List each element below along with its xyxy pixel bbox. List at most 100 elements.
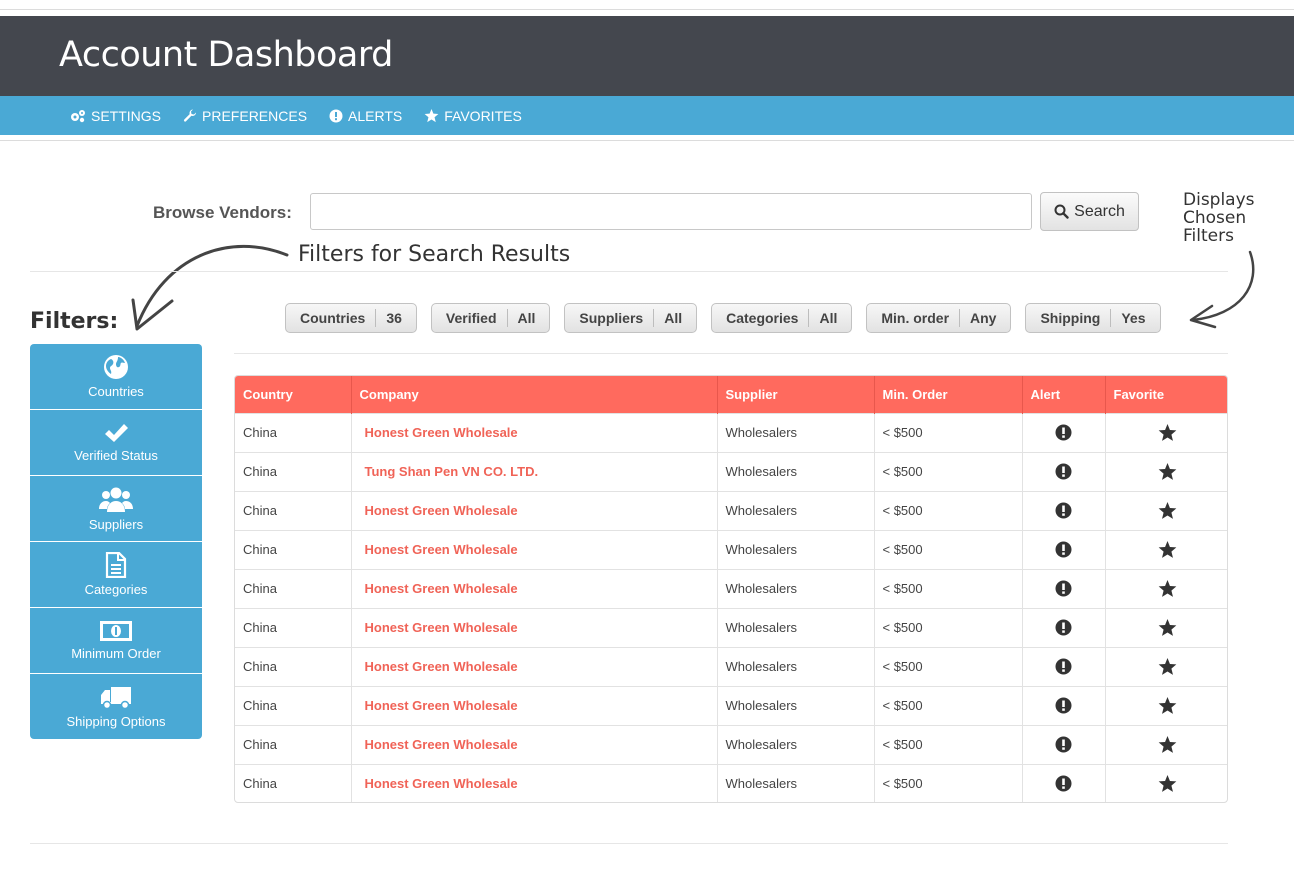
favorite-star-icon[interactable] xyxy=(1158,579,1177,598)
favorite-star-icon[interactable] xyxy=(1158,462,1177,481)
filter-chip-categories[interactable]: Categories All xyxy=(711,303,853,333)
gears-icon xyxy=(71,109,85,122)
favorite-star-icon[interactable] xyxy=(1158,540,1177,559)
column-header-alert[interactable]: Alert xyxy=(1022,376,1106,413)
cell-min-order: < $500 xyxy=(874,607,1023,647)
favorite-star-icon[interactable] xyxy=(1158,774,1177,793)
column-header-company[interactable]: Company xyxy=(351,376,718,413)
favorite-star-icon[interactable] xyxy=(1158,618,1177,637)
cell-supplier: Wholesalers xyxy=(717,568,875,608)
favorite-star-icon[interactable] xyxy=(1158,696,1177,715)
cell-company-link[interactable]: Honest Green Wholesale xyxy=(351,763,718,802)
chip-key: Min. order xyxy=(867,309,961,327)
column-header-min-order[interactable]: Min. Order xyxy=(874,376,1023,413)
cell-supplier: Wholesalers xyxy=(717,490,875,530)
cell-min-order: < $500 xyxy=(874,490,1023,530)
column-header-country[interactable]: Country xyxy=(235,376,352,413)
chip-value: Any xyxy=(970,310,997,326)
favorite-star-icon[interactable] xyxy=(1158,501,1177,520)
alert-icon[interactable] xyxy=(1055,463,1072,480)
alert-icon[interactable] xyxy=(1055,424,1072,441)
cell-country: China xyxy=(235,490,352,530)
alert-icon[interactable] xyxy=(1055,619,1072,636)
column-header-supplier[interactable]: Supplier xyxy=(717,376,875,413)
cell-company-link[interactable]: Tung Shan Pen VN CO. LTD. xyxy=(351,451,718,491)
cell-alert xyxy=(1022,490,1106,530)
alert-icon[interactable] xyxy=(1055,697,1072,714)
chip-key: Suppliers xyxy=(565,309,655,327)
annotation-line: Displays xyxy=(1183,190,1255,210)
document-icon xyxy=(105,552,127,578)
cell-company-link[interactable]: Honest Green Wholesale xyxy=(351,607,718,647)
exclamation-circle-icon xyxy=(329,109,343,122)
chip-value: All xyxy=(819,310,838,326)
nav-divider xyxy=(0,140,1294,141)
nav-settings[interactable]: SETTINGS xyxy=(70,108,161,124)
cell-supplier: Wholesalers xyxy=(717,685,875,725)
alert-icon[interactable] xyxy=(1055,736,1072,753)
users-icon xyxy=(99,487,133,512)
filter-chip-countries[interactable]: Countries 36 xyxy=(285,303,417,333)
sidebar-item-minimum-order[interactable]: Minimum Order xyxy=(30,608,202,674)
cell-supplier: Wholesalers xyxy=(717,724,875,764)
cell-favorite xyxy=(1105,763,1227,802)
alert-icon[interactable] xyxy=(1055,541,1072,558)
sidebar-item-label: Minimum Order xyxy=(71,646,161,661)
chip-value: 36 xyxy=(386,310,402,326)
cell-supplier: Wholesalers xyxy=(717,451,875,491)
cell-company-link[interactable]: Honest Green Wholesale xyxy=(351,529,718,569)
cell-country: China xyxy=(235,568,352,608)
nav-preferences[interactable]: PREFERENCES xyxy=(183,108,307,124)
filter-chip-verified[interactable]: Verified All xyxy=(430,303,551,333)
favorite-star-icon[interactable] xyxy=(1158,423,1177,442)
sidebar-item-shipping-options[interactable]: Shipping Options xyxy=(30,674,202,739)
money-icon xyxy=(100,621,132,641)
table-row: China Honest Green Wholesale Wholesalers < … xyxy=(235,646,1227,686)
filter-chip-shipping[interactable]: Shipping Yes xyxy=(1025,303,1161,333)
cell-company-link[interactable]: Honest Green Wholesale xyxy=(351,490,718,530)
cell-company-link[interactable]: Honest Green Wholesale xyxy=(351,646,718,686)
filter-chip-min-order[interactable]: Min. order Any xyxy=(866,303,1012,333)
alert-icon[interactable] xyxy=(1055,580,1072,597)
table-row: China Honest Green Wholesale Wholesalers < … xyxy=(235,490,1227,530)
cell-company-link[interactable]: Honest Green Wholesale xyxy=(351,412,718,452)
arrowhead-left xyxy=(131,298,174,331)
chip-value: All xyxy=(517,310,536,326)
favorite-star-icon[interactable] xyxy=(1158,657,1177,676)
favorite-star-icon[interactable] xyxy=(1158,735,1177,754)
chip-key: Countries xyxy=(286,309,377,327)
alert-icon[interactable] xyxy=(1055,658,1072,675)
filters-sidebar: Countries Verified Status Suppliers Cate… xyxy=(30,344,202,739)
table-row: China Honest Green Wholesale Wholesalers < … xyxy=(235,412,1227,452)
table-row: China Honest Green Wholesale Wholesalers < … xyxy=(235,724,1227,764)
cell-alert xyxy=(1022,412,1106,452)
cell-company-link[interactable]: Honest Green Wholesale xyxy=(351,724,718,764)
sidebar-item-countries[interactable]: Countries xyxy=(30,344,202,410)
cell-company-link[interactable]: Honest Green Wholesale xyxy=(351,685,718,725)
alert-icon[interactable] xyxy=(1055,502,1072,519)
sidebar-item-verified-status[interactable]: Verified Status xyxy=(30,410,202,476)
cell-company-link[interactable]: Honest Green Wholesale xyxy=(351,568,718,608)
cell-country: China xyxy=(235,451,352,491)
cell-alert xyxy=(1022,646,1106,686)
annotation-filters-for-results: Filters for Search Results xyxy=(298,242,571,267)
sidebar-item-label: Categories xyxy=(84,582,148,597)
column-header-favorite[interactable]: Favorite xyxy=(1105,376,1227,413)
cell-alert xyxy=(1022,529,1106,569)
search-input[interactable] xyxy=(310,193,1032,230)
sidebar-item-categories[interactable]: Categories xyxy=(30,542,202,608)
cell-country: China xyxy=(235,412,352,452)
cell-alert xyxy=(1022,724,1106,764)
globe-icon xyxy=(104,355,128,379)
nav-alerts[interactable]: ALERTS xyxy=(329,108,402,124)
search-button[interactable]: Search xyxy=(1040,192,1139,231)
annotation-displays-chosen-filters: Displays Chosen Filters xyxy=(1183,191,1283,245)
alert-icon[interactable] xyxy=(1055,775,1072,792)
annotation-line: Chosen xyxy=(1183,208,1247,228)
cell-country: China xyxy=(235,685,352,725)
cell-favorite xyxy=(1105,685,1227,725)
cell-min-order: < $500 xyxy=(874,412,1023,452)
filter-chip-suppliers[interactable]: Suppliers All xyxy=(564,303,698,333)
nav-favorites[interactable]: FAVORITES xyxy=(424,108,522,124)
sidebar-item-suppliers[interactable]: Suppliers xyxy=(30,476,202,542)
